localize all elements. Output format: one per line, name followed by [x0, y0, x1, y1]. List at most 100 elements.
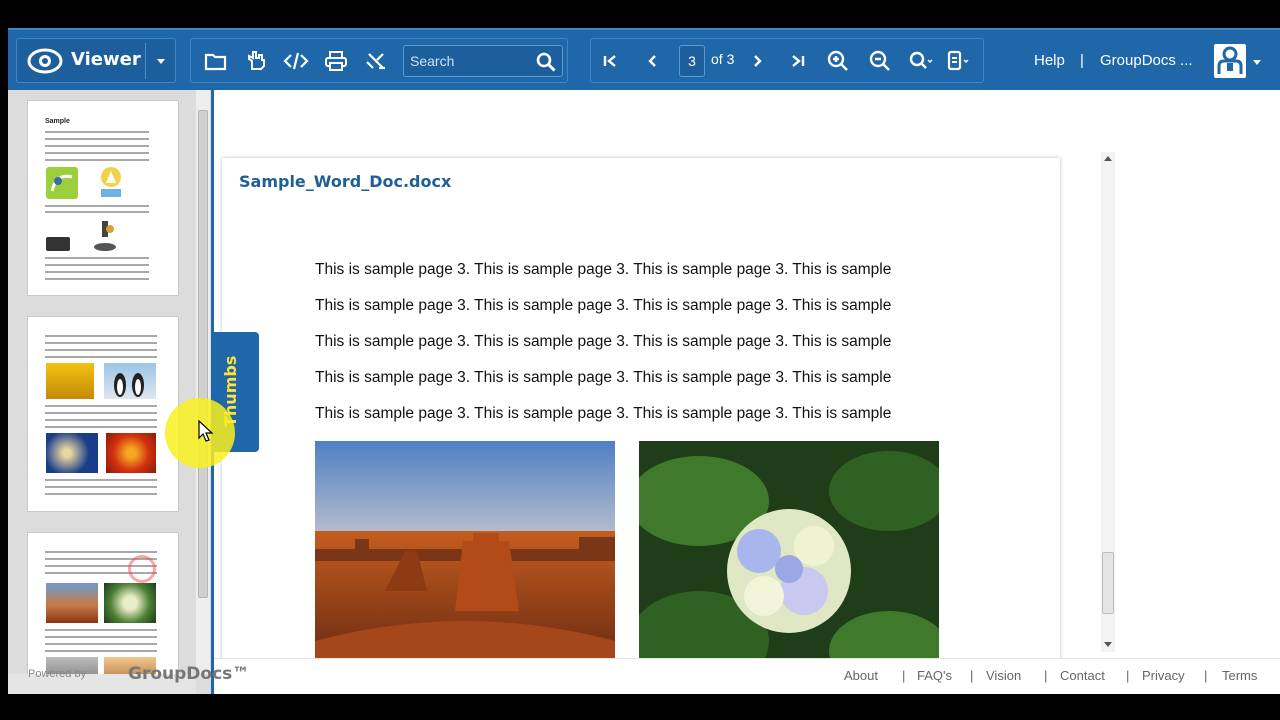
document-area: Sample_Word_Doc.docx This is sample page… — [214, 90, 1280, 658]
zoom-in-icon[interactable] — [825, 49, 851, 73]
thumbnail-text-line — [45, 211, 149, 213]
first-page-icon[interactable] — [597, 49, 623, 73]
footer-separator: | — [902, 668, 906, 683]
scroll-up-icon[interactable] — [1104, 156, 1112, 161]
thumbnail-text-line — [45, 356, 157, 358]
viewer-app: Viewer Search 3 of 3 Help | GroupDocs ..… — [8, 28, 1280, 694]
footer-privacy-link[interactable]: Privacy — [1142, 668, 1185, 683]
embed-code-icon[interactable] — [283, 49, 309, 73]
footer-vision-link[interactable]: Vision — [986, 668, 1021, 683]
thumbnail-text-line — [45, 349, 157, 351]
thumbnail-text-line — [45, 629, 157, 631]
thumbnail-text-line — [45, 131, 149, 133]
scrollbar-handle[interactable] — [198, 110, 208, 598]
thumbnail-text-line — [45, 636, 157, 638]
download-icon[interactable] — [363, 49, 389, 73]
thumbnail-text-line — [45, 342, 157, 344]
footer-contact-link[interactable]: Contact — [1060, 668, 1105, 683]
page-number-input[interactable] — [679, 45, 705, 77]
thumbnail-text-line — [45, 335, 157, 337]
thumbnail-image — [92, 219, 118, 251]
open-folder-icon[interactable] — [203, 49, 229, 73]
divider — [145, 43, 146, 79]
mouse-cursor-icon — [198, 420, 214, 442]
document-page: Sample_Word_Doc.docx This is sample page… — [222, 158, 1060, 658]
thumbnail-text-line — [45, 412, 157, 414]
thumbnail-text-line — [45, 493, 157, 495]
thumbnail-text-line — [45, 405, 157, 407]
thumbnail-image — [96, 163, 126, 199]
thumbnail-text-line — [45, 551, 157, 553]
thumbnail-text-line — [45, 486, 157, 488]
footer-faqs-link[interactable]: FAQ's — [917, 668, 952, 683]
last-page-icon[interactable] — [785, 49, 811, 73]
footer-separator: | — [970, 668, 974, 683]
footer-separator: | — [1126, 668, 1130, 683]
thumbnail-text-line — [45, 271, 149, 273]
scrollbar-handle[interactable] — [1102, 552, 1114, 614]
thumbnail-page-1[interactable]: Sample — [27, 100, 179, 296]
chevron-down-icon[interactable] — [157, 59, 165, 64]
thumbnail-image — [104, 583, 156, 623]
search-input[interactable] — [410, 51, 530, 71]
footer-separator: | — [1204, 668, 1208, 683]
thumbnail-image — [46, 433, 98, 473]
document-text-line: This is sample page 3. This is sample pa… — [315, 405, 892, 422]
print-icon[interactable] — [323, 49, 349, 73]
document-title: Sample_Word_Doc.docx — [239, 172, 452, 191]
thumbnail-text-line — [45, 278, 149, 280]
click-indicator — [128, 555, 156, 583]
thumbnail-text-line — [45, 643, 157, 645]
next-page-icon[interactable] — [745, 49, 771, 73]
thumbnail-text-line — [45, 152, 149, 154]
footer-about-link[interactable]: About — [844, 668, 878, 683]
thumbnail-text-line — [45, 145, 149, 147]
thumbnail-text-line — [45, 650, 157, 652]
user-icon — [1217, 46, 1243, 74]
document-scrollbar[interactable] — [1101, 152, 1115, 652]
thumbnail-text-line — [45, 159, 149, 161]
thumbnail-page-2[interactable] — [27, 316, 179, 512]
hand-pan-icon[interactable] — [243, 49, 269, 73]
zoom-out-icon[interactable] — [867, 49, 893, 73]
page-navigation: of 3 — [590, 38, 984, 83]
zoom-menu-icon[interactable] — [907, 49, 933, 73]
eye-icon — [27, 48, 63, 74]
document-text-line: This is sample page 3. This is sample pa… — [315, 369, 892, 386]
thumbnail-text-line — [45, 419, 157, 421]
thumbnail-image — [106, 433, 156, 473]
footer-separator: | — [1044, 668, 1048, 683]
thumbnail-text-line — [45, 479, 157, 481]
thumbnail-image — [46, 363, 94, 399]
viewer-label: Viewer — [71, 49, 141, 70]
thumbnail-text-line — [45, 426, 157, 428]
user-avatar-button[interactable] — [1214, 44, 1246, 78]
fit-page-menu-icon[interactable] — [945, 49, 971, 73]
thumbnails-scrollbar[interactable] — [196, 90, 210, 674]
thumbnail-heading: Sample — [45, 118, 70, 125]
thumbnail-text-line — [45, 257, 149, 259]
powered-by-label: Powered by — [28, 668, 87, 680]
search-box — [403, 45, 563, 77]
page-count-label: of 3 — [711, 51, 735, 67]
groupdocs-logo[interactable]: GroupDocs™ — [128, 664, 249, 684]
document-text-line: This is sample page 3. This is sample pa… — [315, 297, 892, 314]
desert-image — [315, 441, 615, 658]
footer: About | FAQ's | Vision | Contact | Priva… — [214, 658, 1280, 694]
groupdocs-link[interactable]: GroupDocs ... — [1100, 52, 1193, 69]
toolbar-separator: | — [1080, 52, 1084, 69]
document-text-line: This is sample page 3. This is sample pa… — [315, 333, 892, 350]
previous-page-icon[interactable] — [639, 49, 665, 73]
hydrangea-image — [639, 441, 939, 658]
chevron-down-icon[interactable] — [1253, 60, 1261, 65]
thumbnail-text-line — [45, 205, 149, 207]
viewer-menu-button[interactable]: Viewer — [16, 38, 176, 83]
footer-terms-link[interactable]: Terms — [1222, 668, 1257, 683]
scroll-down-icon[interactable] — [1104, 642, 1112, 647]
thumbnails-panel: Sample — [8, 90, 211, 694]
thumbnail-image — [104, 363, 156, 399]
search-icon[interactable] — [534, 50, 558, 74]
tool-group — [190, 38, 568, 83]
thumbnail-text-line — [45, 138, 149, 140]
help-link[interactable]: Help — [1034, 52, 1065, 69]
